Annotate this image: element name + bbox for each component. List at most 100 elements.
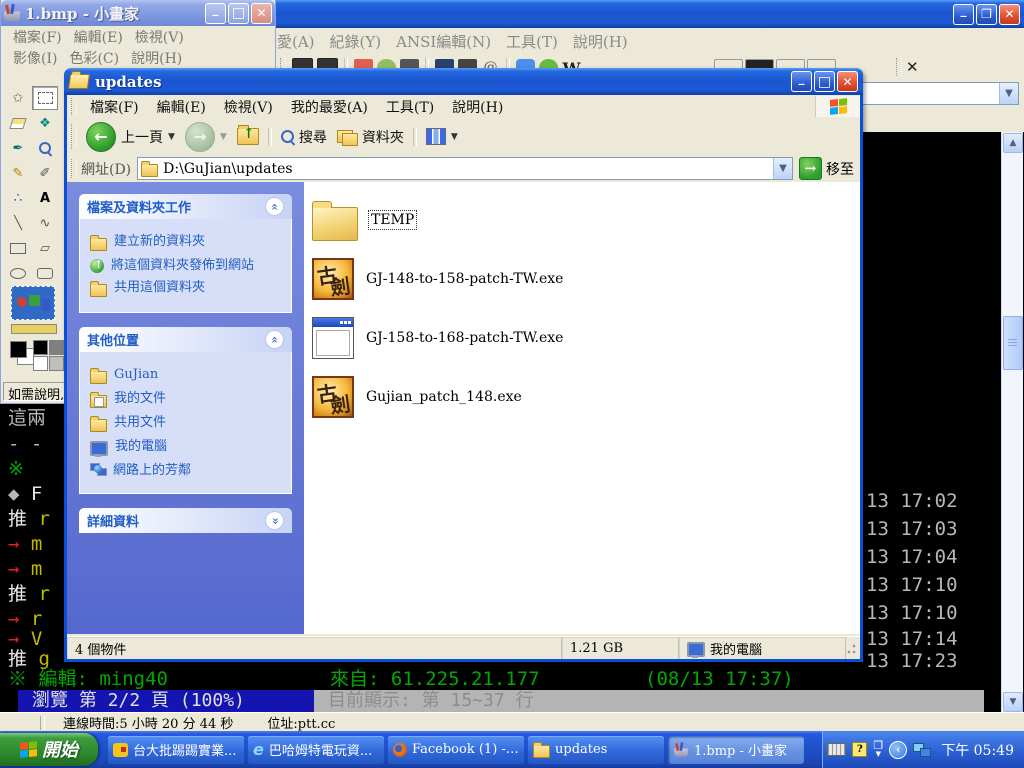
paint-minimize-button[interactable] — [205, 3, 226, 24]
tool-ellipse[interactable] — [5, 261, 31, 285]
back-button[interactable]: ← 上一頁 ▼ — [81, 121, 180, 153]
bbs-close-button[interactable] — [999, 4, 1020, 25]
forward-button[interactable]: → ▼ — [180, 121, 232, 153]
menu-favorites[interactable]: 我的最愛(A) — [282, 97, 377, 117]
menu-file[interactable]: 檔案(F) — [81, 97, 148, 117]
bbs-minimize-button[interactable] — [953, 4, 974, 25]
views-button[interactable]: ▼ — [421, 121, 463, 153]
bbs-restore-button[interactable] — [976, 4, 997, 25]
task-publish-folder[interactable]: 將這個資料夾發佈到網站 — [90, 258, 281, 273]
paint-menu-file[interactable]: 檔案(F) — [13, 27, 62, 47]
tool-select[interactable] — [32, 86, 58, 110]
tool-line[interactable]: ╲ — [5, 211, 31, 235]
paint-menu-help[interactable]: 說明(H) — [131, 48, 182, 68]
paint-menubar-row1[interactable]: 檔案(F) 編輯(E) 檢視(V) — [1, 26, 275, 47]
tool-rectangle[interactable] — [5, 236, 31, 260]
tool-polygon[interactable]: ▱ — [32, 236, 58, 260]
scroll-down-icon[interactable]: ▼ — [1003, 692, 1023, 712]
go-label[interactable]: 移至 — [826, 159, 854, 179]
search-button[interactable]: 搜尋 — [276, 121, 332, 153]
task-gamer[interactable]: e 巴哈姆特電玩資... — [248, 736, 384, 764]
palette-color[interactable] — [49, 340, 64, 355]
bbs-menu-items[interactable]: 我的最愛(A) 紀錄(Y) ANSI編輯(N) 工具(T) 說明(H) — [232, 31, 628, 52]
go-button[interactable]: → — [799, 157, 822, 180]
menu-help[interactable]: 說明(H) — [443, 97, 512, 117]
place-my-documents[interactable]: 我的文件 — [90, 391, 281, 408]
task-share-folder[interactable]: 共用這個資料夾 — [90, 280, 281, 297]
foreground-color-swatch[interactable] — [10, 341, 27, 358]
menu-view[interactable]: 檢視(V) — [215, 97, 282, 117]
palette-color[interactable] — [49, 356, 64, 371]
close-x-icon[interactable]: ✕ — [906, 58, 919, 76]
place-my-network[interactable]: 網路上的芳鄰 — [90, 463, 281, 478]
tool-eraser[interactable] — [5, 111, 31, 135]
place-gujian[interactable]: GuJian — [90, 367, 281, 384]
paint-menu-edit[interactable]: 編輯(E) — [74, 27, 123, 47]
tool-fill[interactable]: ❖ — [32, 111, 58, 135]
tool-free-form-select[interactable]: ✩ — [5, 86, 31, 110]
file-name[interactable]: GJ-158-to-168-patch-TW.exe — [364, 329, 565, 347]
panel-header[interactable]: 其他位置 « — [79, 327, 292, 352]
up-button[interactable] — [232, 121, 264, 153]
file-name[interactable]: Gujian_patch_148.exe — [364, 388, 524, 406]
tool-text[interactable]: A — [32, 186, 58, 210]
chevron-down-icon[interactable]: ▼ — [168, 132, 175, 142]
tool-pick-color[interactable]: ✒ — [5, 136, 31, 160]
place-shared-documents[interactable]: 共用文件 — [90, 415, 281, 432]
panel-header[interactable]: 詳細資料 « — [79, 508, 292, 533]
restore-tray-icon[interactable]: ❐▼ — [873, 742, 883, 758]
chevron-down-icon[interactable]: « — [265, 511, 284, 530]
tool-rounded-rectangle[interactable] — [32, 261, 58, 285]
file-name[interactable]: TEMP — [368, 210, 417, 230]
tool-airbrush[interactable]: ∴ — [5, 186, 31, 210]
chevron-down-icon[interactable]: ▼ — [773, 158, 792, 179]
palette-color[interactable] — [33, 356, 48, 371]
paint-tool-options[interactable] — [11, 286, 55, 320]
explorer-titlebar[interactable]: updates — [64, 68, 863, 95]
collapse-tray-icon[interactable]: ‹ — [889, 741, 907, 759]
taskbar-clock[interactable]: 下午 05:49 — [941, 740, 1014, 760]
chevron-up-icon[interactable]: « — [265, 197, 284, 216]
file-gj-158-to-168[interactable]: GJ-158-to-168-patch-TW.exe — [312, 314, 860, 362]
scrollbar-thumb[interactable] — [1003, 316, 1023, 370]
task-paint[interactable]: 1.bmp - 小畫家 — [668, 736, 804, 764]
tool-magnifier[interactable] — [32, 136, 58, 160]
help-icon[interactable]: ? — [852, 742, 867, 757]
folders-button[interactable]: 資料夾 — [332, 121, 409, 153]
resize-grip[interactable] — [846, 637, 860, 659]
menu-tools[interactable]: 工具(T) — [377, 97, 443, 117]
explorer-close-button[interactable] — [837, 71, 858, 92]
file-gujian-patch-148[interactable]: 古 劍 Gujian_patch_148.exe — [312, 373, 860, 421]
menu-edit[interactable]: 編輯(E) — [148, 97, 215, 117]
place-my-computer[interactable]: 我的電腦 — [90, 439, 281, 456]
paint-tool-options-partial[interactable] — [11, 324, 57, 334]
chevron-down-icon[interactable]: ▼ — [451, 132, 458, 142]
explorer-maximize-button[interactable] — [814, 71, 835, 92]
start-button[interactable]: 開始 — [0, 733, 98, 766]
tool-brush[interactable]: ✐ — [32, 161, 58, 185]
task-ptt[interactable]: 台大批踢踢實業... — [108, 736, 244, 764]
file-name[interactable]: GJ-148-to-158-patch-TW.exe — [364, 270, 565, 288]
task-updates[interactable]: updates — [528, 736, 664, 764]
scrollbar[interactable]: ▲ ▼ — [1001, 132, 1023, 712]
paint-close-button[interactable] — [251, 3, 272, 24]
tool-curve[interactable]: ∿ — [32, 211, 58, 235]
file-gj-148-to-158[interactable]: 古 劍 GJ-148-to-158-patch-TW.exe — [312, 255, 860, 303]
task-new-folder[interactable]: 建立新的資料夾 — [90, 234, 281, 251]
address-input[interactable]: D:\GuJian\updates ▼ — [137, 157, 793, 180]
paint-menubar-row2[interactable]: 影像(I) 色彩(C) 說明(H) — [1, 47, 275, 68]
task-facebook[interactable]: Facebook (1) - Moz... — [388, 736, 524, 764]
paint-maximize-button[interactable] — [228, 3, 249, 24]
panel-header[interactable]: 檔案及資料夾工作 « — [79, 194, 292, 219]
paint-titlebar[interactable]: 1.bmp - 小畫家 — [1, 0, 275, 26]
chevron-up-icon[interactable]: « — [265, 330, 284, 349]
palette-color[interactable] — [33, 340, 48, 355]
paint-menu-colors[interactable]: 色彩(C) — [69, 48, 119, 68]
keyboard-icon[interactable] — [827, 743, 846, 756]
explorer-minimize-button[interactable] — [791, 71, 812, 92]
scroll-up-icon[interactable]: ▲ — [1003, 133, 1023, 153]
paint-menu-view[interactable]: 檢視(V) — [135, 27, 184, 47]
paint-menu-image[interactable]: 影像(I) — [13, 48, 57, 68]
chevron-down-icon[interactable]: ▼ — [999, 83, 1018, 104]
tool-pencil[interactable]: ✎ — [5, 161, 31, 185]
